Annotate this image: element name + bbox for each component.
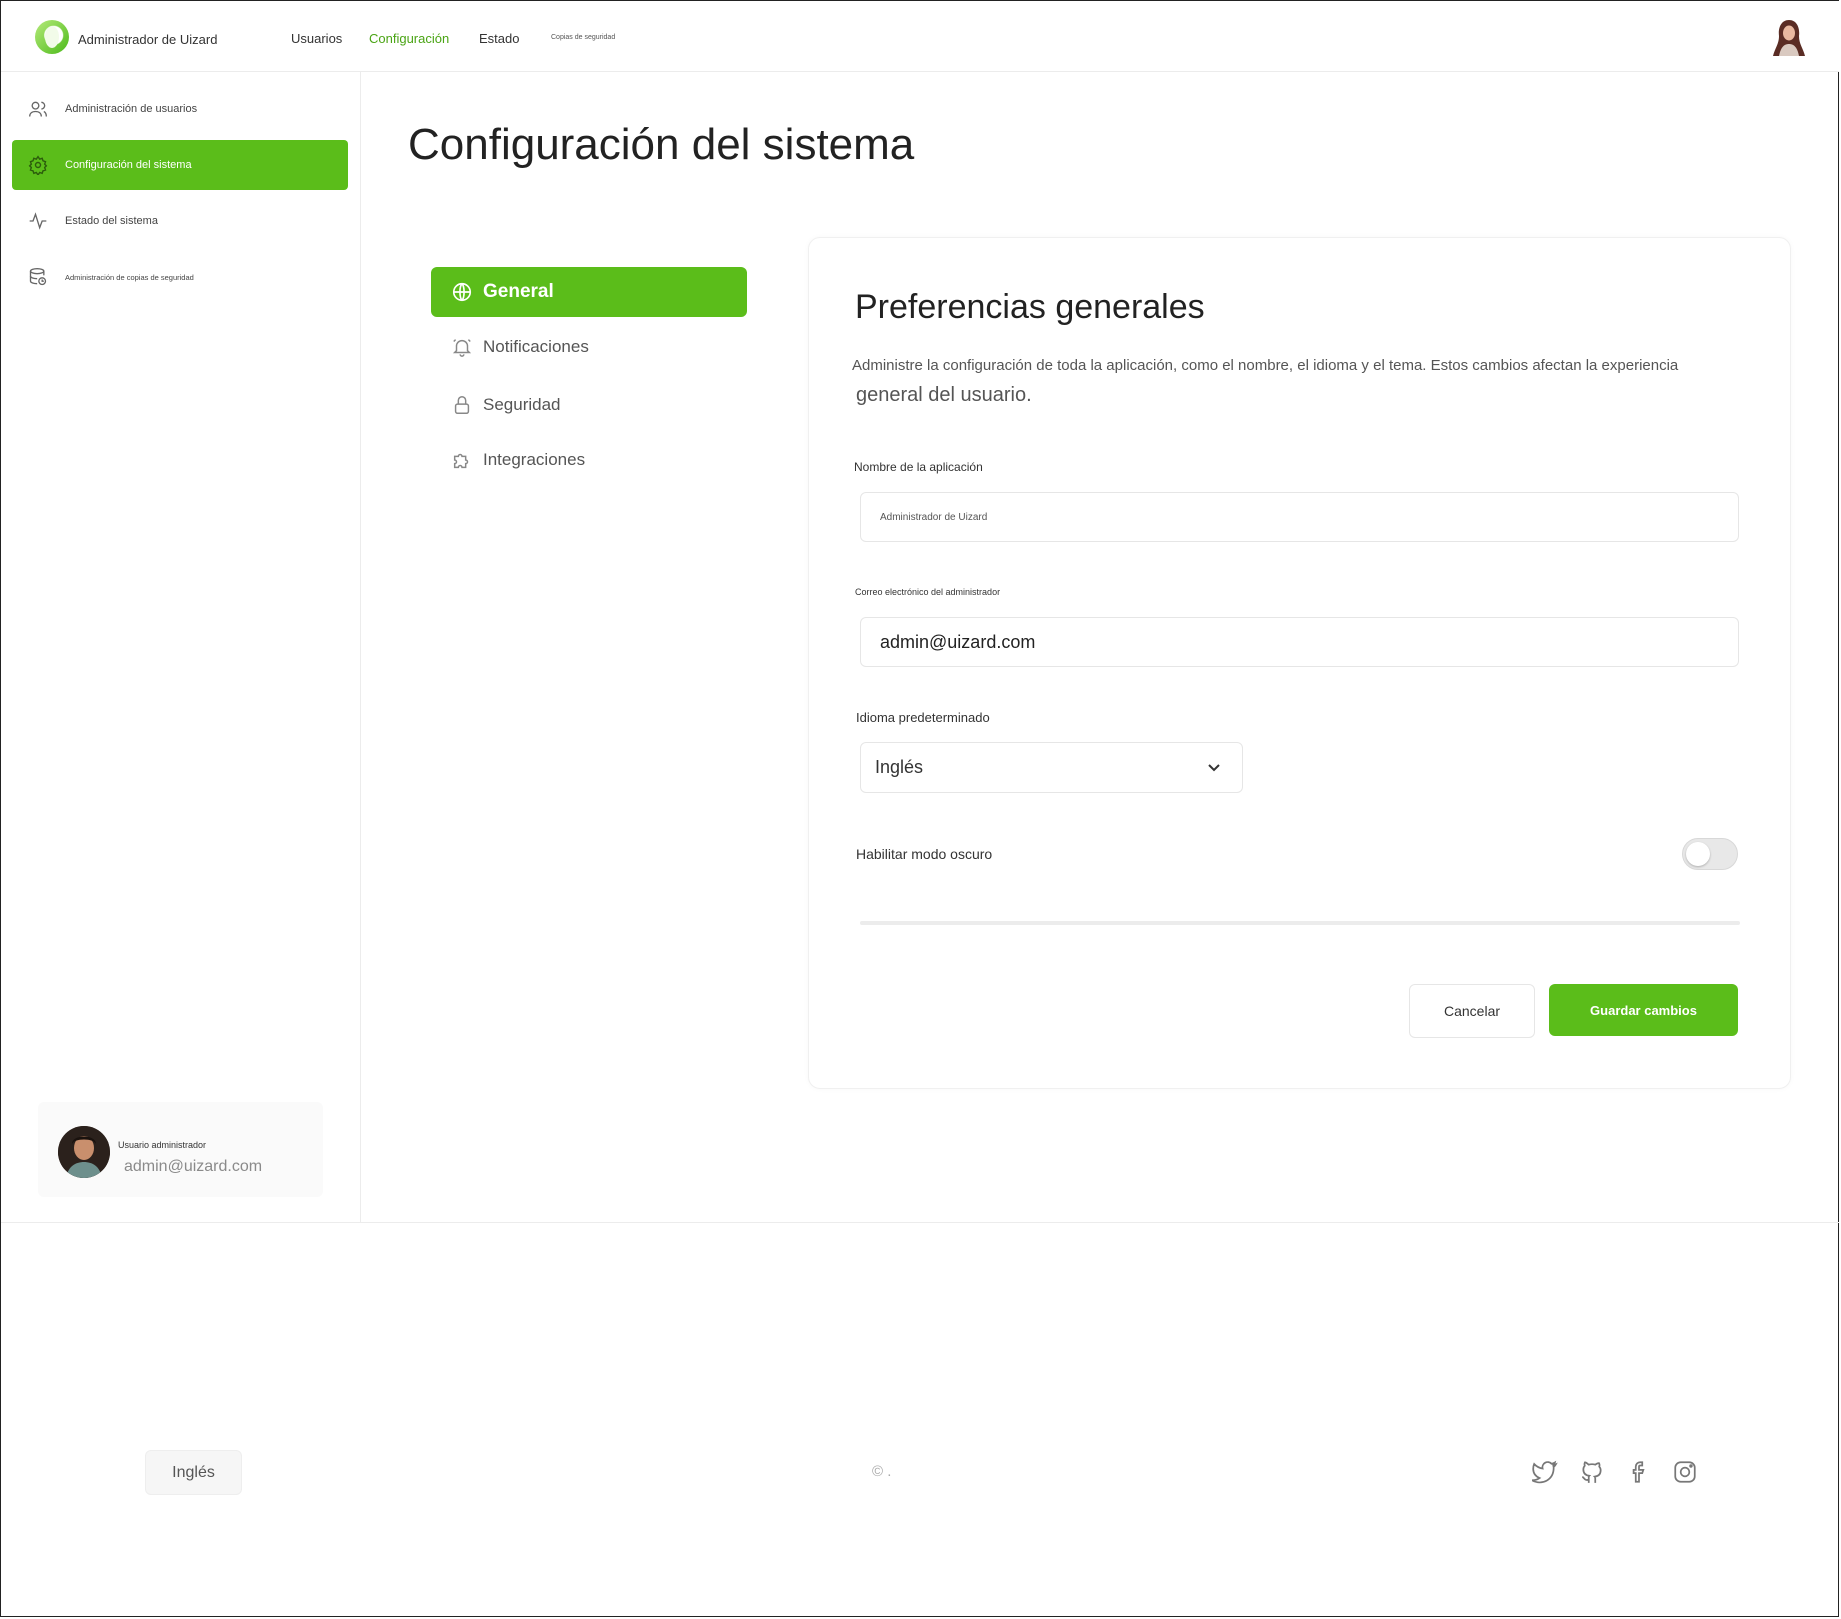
avatar <box>58 1126 110 1178</box>
card-description-continued: general del usuario. <box>856 384 1032 406</box>
tab-label: Notificaciones <box>483 337 589 356</box>
admin-email-label: Correo electrónico del administrador <box>855 587 1001 597</box>
app-name-value: Administrador de Uizard <box>880 511 988 523</box>
nav-copias-de-seguridad[interactable]: Copias de seguridad <box>551 34 615 41</box>
sidebar-item-label: Configuración del sistema <box>65 159 192 171</box>
footer-language-button[interactable]: Inglés <box>145 1450 242 1495</box>
divider <box>860 921 1740 925</box>
users-icon <box>29 101 47 117</box>
tab-seguridad[interactable]: Seguridad <box>431 380 747 430</box>
footer-divider <box>1 1222 1839 1223</box>
copyright: © . <box>872 1463 892 1480</box>
gear-icon <box>28 155 48 175</box>
sidebar: Administración de usuarios Configuración… <box>1 72 361 1222</box>
user-avatar-icon[interactable] <box>1769 16 1809 60</box>
tab-notificaciones[interactable]: Notificaciones <box>431 322 747 372</box>
tab-label: Integraciones <box>483 450 586 469</box>
sidebar-item-label: Administración de usuarios <box>65 103 198 115</box>
sidebar-item-system-config[interactable]: Configuración del sistema <box>12 140 348 190</box>
chevron-down-icon <box>1208 764 1220 772</box>
lock-icon <box>454 396 470 414</box>
github-icon[interactable] <box>1579 1459 1605 1485</box>
sidebar-item-label: Estado del sistema <box>65 215 158 227</box>
app-name-input[interactable]: Administrador de Uizard <box>860 492 1739 542</box>
nav-estado[interactable]: Estado <box>479 31 519 46</box>
dark-mode-toggle[interactable] <box>1682 838 1738 870</box>
admin-email-input[interactable]: admin@uizard.com <box>860 617 1739 667</box>
activity-icon <box>29 212 47 230</box>
tab-general[interactable]: General <box>431 267 747 317</box>
user-email: admin@uizard.com <box>124 1158 263 1175</box>
sidebar-item-user-admin[interactable]: Administración de usuarios <box>12 84 348 134</box>
toggle-knob <box>1686 842 1710 866</box>
language-value: Inglés <box>875 757 924 777</box>
cancel-button[interactable]: Cancelar <box>1409 984 1535 1038</box>
brand-name[interactable]: Administrador de Uizard <box>78 32 217 47</box>
sidebar-item-system-status[interactable]: Estado del sistema <box>12 196 348 246</box>
tab-label: General <box>483 281 554 302</box>
card-title: Preferencias generales <box>855 288 1205 326</box>
facebook-icon[interactable] <box>1626 1459 1652 1485</box>
page-title: Configuración del sistema <box>408 120 915 169</box>
tab-integraciones[interactable]: Integraciones <box>431 435 747 485</box>
app-name-label: Nombre de la aplicación <box>854 460 983 474</box>
admin-email-value: admin@uizard.com <box>880 631 1036 652</box>
globe-icon <box>452 282 472 302</box>
top-header: Administrador de Uizard Usuarios Configu… <box>1 1 1839 72</box>
sidebar-item-backup-admin[interactable]: Administración de copias de seguridad <box>12 252 348 302</box>
tab-label: Seguridad <box>483 395 561 414</box>
database-icon <box>29 268 47 286</box>
save-button[interactable]: Guardar cambios <box>1549 984 1738 1036</box>
instagram-icon[interactable] <box>1672 1459 1698 1485</box>
twitter-icon[interactable] <box>1532 1459 1558 1485</box>
user-card[interactable]: Usuario administrador admin@uizard.com <box>38 1102 323 1197</box>
user-role: Usuario administrador <box>118 1140 207 1150</box>
general-preferences-card: Preferencias generales Administre la con… <box>808 237 1791 1089</box>
nav-configuracion[interactable]: Configuración <box>369 31 449 46</box>
puzzle-icon <box>453 453 469 469</box>
bell-icon <box>452 339 472 357</box>
nav-usuarios[interactable]: Usuarios <box>291 31 342 46</box>
sidebar-item-label: Administración de copias de seguridad <box>65 272 194 282</box>
user-avatar-icon <box>58 1126 110 1178</box>
card-description: Administre la configuración de toda la a… <box>852 357 1679 374</box>
uizard-logo-icon[interactable] <box>35 20 69 54</box>
default-language-select[interactable]: Inglés <box>860 742 1243 793</box>
default-language-label: Idioma predeterminado <box>856 710 990 725</box>
dark-mode-label: Habilitar modo oscuro <box>856 846 993 862</box>
